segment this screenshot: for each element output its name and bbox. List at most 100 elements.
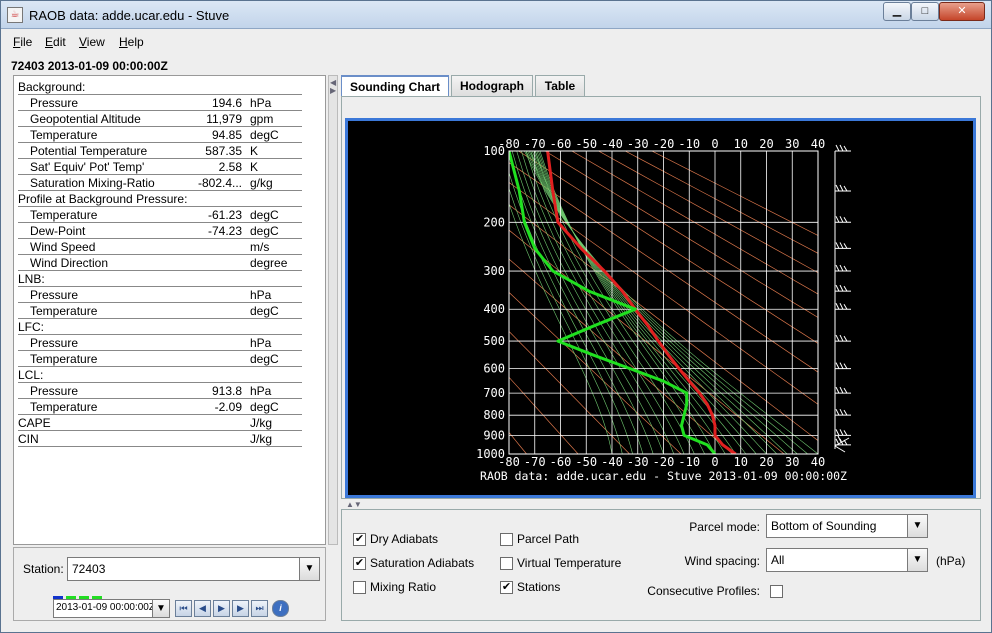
tab-table[interactable]: Table bbox=[535, 75, 585, 97]
stations-checkbox[interactable]: ✔ bbox=[500, 581, 513, 594]
readout-value: 2.58 bbox=[218, 160, 242, 174]
chevron-down-icon[interactable]: ▼ bbox=[299, 558, 319, 580]
readout-value: -74.23 bbox=[207, 224, 242, 238]
sounding-readout-panel: Background: Pressure 194.6 hPa Geopotential … bbox=[13, 75, 326, 545]
tab-sounding-chart[interactable]: Sounding Chart bbox=[341, 75, 449, 98]
maximize-button[interactable]: □ bbox=[911, 2, 939, 21]
readout-row: Temperature degC bbox=[18, 303, 302, 319]
readout-section-label: LFC: bbox=[18, 320, 45, 334]
readout-section-label: LCL: bbox=[18, 368, 44, 382]
y-tick-label: 100 bbox=[483, 144, 505, 158]
readout-label: Pressure bbox=[30, 384, 79, 398]
menu-help[interactable]: Help bbox=[119, 35, 144, 49]
chevron-down-icon[interactable]: ▼ bbox=[152, 600, 169, 617]
readout-unit: m/s bbox=[250, 240, 270, 254]
x-tick-label-top: -70 bbox=[524, 137, 546, 151]
saturation-adiabats-checkbox[interactable]: ✔ bbox=[353, 557, 366, 570]
sounding-chart-frame[interactable]: -80 -80 -70 -70 -60 -60 -50 -50 -40 -40 -30 -30 -20-… bbox=[345, 118, 976, 498]
x-tick-label-top: -50 bbox=[575, 137, 597, 151]
readout-unit: degC bbox=[250, 400, 279, 414]
time-combo[interactable]: 2013-01-09 00:00:00Z ▼ bbox=[53, 599, 170, 618]
readout-row: Dew-Point -74.23 degC bbox=[18, 223, 302, 239]
last-frame-button[interactable]: ⏭ bbox=[251, 600, 268, 617]
x-tick-label-top: -10 bbox=[678, 137, 700, 151]
x-tick-label-bottom: -60 bbox=[550, 455, 572, 469]
vertical-splitter-arrows[interactable]: ▲▼ bbox=[346, 500, 362, 509]
minimize-button[interactable]: ▁ bbox=[883, 2, 911, 21]
y-tick-label: 300 bbox=[483, 264, 505, 278]
next-frame-button[interactable]: ▶ bbox=[232, 600, 249, 617]
stuve-diagram[interactable]: -80-80-70-70-60-60-50-50-40-40-30-30-20-… bbox=[348, 121, 973, 495]
saturation-adiabat bbox=[539, 151, 716, 454]
title-bar[interactable]: ☕ RAOB data: adde.ucar.edu - Stuve ▁ □ ✕ bbox=[1, 1, 991, 29]
x-tick-label-top: 30 bbox=[785, 137, 799, 151]
mixing-ratio-checkbox[interactable] bbox=[353, 581, 366, 594]
dry-adiabats-checkbox[interactable]: ✔ bbox=[353, 533, 366, 546]
x-tick-label-bottom: -50 bbox=[575, 455, 597, 469]
readout-row: Pressure hPa bbox=[18, 287, 302, 303]
readout-section-row: Profile at Background Pressure: bbox=[18, 191, 302, 207]
virtual-temperature-checkbox[interactable] bbox=[500, 557, 513, 570]
first-frame-button[interactable]: ⏮ bbox=[175, 600, 192, 617]
readout-section-label: Profile at Background Pressure: bbox=[18, 192, 188, 206]
readout-unit: degC bbox=[250, 208, 279, 222]
wind-barb bbox=[835, 408, 851, 416]
readout-value: 913.8 bbox=[211, 384, 242, 398]
y-tick-label: 400 bbox=[483, 302, 505, 316]
readout-row: Temperature degC bbox=[18, 351, 302, 367]
tab-hodograph[interactable]: Hodograph bbox=[451, 75, 533, 97]
x-tick-label-bottom: 10 bbox=[734, 455, 748, 469]
menu-view[interactable]: View bbox=[79, 35, 105, 49]
station-combo[interactable]: 72403 ▼ bbox=[67, 557, 320, 581]
x-tick-label-bottom: 20 bbox=[759, 455, 773, 469]
saturation-adiabat bbox=[530, 151, 778, 454]
readout-row: Temperature -61.23 degC bbox=[18, 207, 302, 223]
chevron-down-icon[interactable]: ▼ bbox=[907, 549, 927, 571]
readout-label: Sat' Equiv' Pot' Temp' bbox=[30, 160, 145, 174]
saturation-adiabat bbox=[528, 151, 788, 454]
readout-scrollbar[interactable] bbox=[328, 75, 338, 545]
readout-section-row: CIN J/kg bbox=[18, 431, 302, 447]
dry-adiabats-label: Dry Adiabats bbox=[370, 532, 439, 546]
readout-label: Temperature bbox=[30, 400, 98, 414]
wind-barb bbox=[835, 242, 851, 249]
readout-label: Temperature bbox=[30, 304, 98, 318]
consecutive-profiles-checkbox[interactable] bbox=[770, 585, 783, 598]
wind-barb bbox=[835, 429, 851, 436]
wind-spacing-combo[interactable]: All ▼ bbox=[766, 548, 928, 572]
close-button[interactable]: ✕ bbox=[939, 2, 985, 21]
plot-area bbox=[509, 151, 818, 454]
menu-edit[interactable]: Edit bbox=[45, 35, 66, 49]
readout-label: Pressure bbox=[30, 96, 79, 110]
readout-value: 587.35 bbox=[205, 144, 242, 158]
menu-file[interactable]: File bbox=[13, 35, 32, 49]
chevron-down-icon[interactable]: ▼ bbox=[907, 515, 927, 537]
play-button[interactable]: ▶ bbox=[213, 600, 230, 617]
readout-unit: degC bbox=[250, 224, 279, 238]
readout-row: Pressure hPa bbox=[18, 335, 302, 351]
y-tick-label: 500 bbox=[483, 334, 505, 348]
readout-label: Temperature bbox=[30, 208, 98, 222]
readout-row: Temperature -2.09 degC bbox=[18, 399, 302, 415]
x-tick-label-top: 40 bbox=[811, 137, 825, 151]
readout-label: Pressure bbox=[30, 288, 79, 302]
mixing-ratio-label: Mixing Ratio bbox=[370, 580, 437, 594]
wind-barb bbox=[835, 216, 851, 223]
parcel-path-checkbox[interactable] bbox=[500, 533, 513, 546]
splitter-collapse-arrows[interactable]: ◀ ▶ bbox=[330, 79, 336, 95]
readout-row: Wind Speed m/s bbox=[18, 239, 302, 255]
readout-label: Saturation Mixing-Ratio bbox=[30, 176, 155, 190]
readout-row: Potential Temperature 587.35 K bbox=[18, 143, 302, 159]
y-tick-label: 900 bbox=[483, 428, 505, 442]
readout-label: Pressure bbox=[30, 336, 79, 350]
readout-unit: hPa bbox=[250, 288, 272, 302]
time-indicator-bar bbox=[53, 591, 105, 602]
parcel-mode-combo[interactable]: Bottom of Sounding ▼ bbox=[766, 514, 928, 538]
previous-frame-button[interactable]: ◀ bbox=[194, 600, 211, 617]
parcel-path-label: Parcel Path bbox=[517, 532, 580, 546]
wind-spacing-unit: (hPa) bbox=[936, 554, 966, 568]
readout-row: Geopotential Altitude 11,979 gpm bbox=[18, 111, 302, 127]
info-icon[interactable]: i bbox=[272, 600, 289, 617]
x-tick-label-top: -20 bbox=[653, 137, 675, 151]
parcel-mode-value: Bottom of Sounding bbox=[771, 519, 877, 533]
